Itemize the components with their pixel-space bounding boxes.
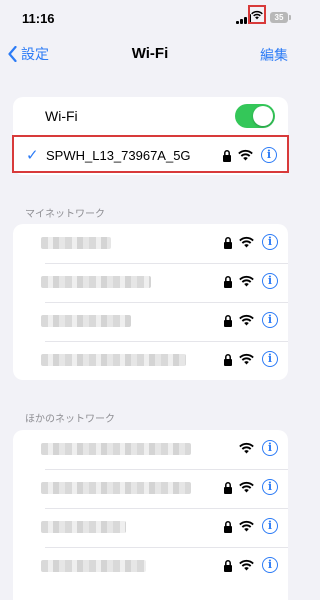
- network-name-redacted: [41, 560, 146, 572]
- wifi-toggle-label: Wi-Fi: [45, 108, 78, 124]
- network-name-redacted: [41, 482, 191, 494]
- connected-ssid: SPWH_L13_73967A_5G: [46, 148, 191, 163]
- info-icon[interactable]: i: [262, 351, 278, 367]
- wifi-icon: [239, 236, 254, 248]
- network-name-redacted: [41, 521, 126, 533]
- lock-icon: [224, 354, 232, 366]
- my-networks-header: マイネットワーク: [25, 209, 105, 220]
- info-icon[interactable]: i: [262, 479, 278, 495]
- status-time: 11:16: [22, 11, 55, 26]
- other-networks-list: i i i i: [13, 430, 288, 600]
- network-row[interactable]: i: [13, 430, 288, 469]
- network-name-redacted: [41, 354, 186, 366]
- other-networks-header: ほかのネットワーク: [25, 414, 115, 425]
- network-row[interactable]: i: [13, 302, 288, 341]
- wifi-toggle-row: Wi-Fi: [13, 97, 288, 136]
- info-icon[interactable]: i: [262, 234, 278, 250]
- navigation-bar: 設定 Wi-Fi 編集: [0, 36, 300, 72]
- wifi-icon: [239, 481, 254, 493]
- page-title: Wi-Fi: [131, 45, 169, 62]
- network-row[interactable]: i: [13, 547, 288, 586]
- connected-network-row[interactable]: ✓ SPWH_L13_73967A_5G i: [12, 135, 289, 173]
- info-icon[interactable]: i: [261, 147, 277, 163]
- status-wifi-icon: [248, 5, 266, 24]
- network-name-redacted: [41, 237, 111, 249]
- wifi-icon: [238, 149, 253, 161]
- info-icon[interactable]: i: [262, 312, 278, 328]
- wifi-icon: [239, 442, 254, 454]
- network-row[interactable]: i: [13, 341, 288, 380]
- lock-icon: [224, 276, 232, 288]
- network-row[interactable]: i: [13, 224, 288, 263]
- lock-icon: [224, 482, 232, 494]
- network-name-redacted: [41, 443, 191, 455]
- network-name-redacted: [41, 315, 131, 327]
- network-row[interactable]: i: [13, 263, 288, 302]
- wifi-icon: [239, 314, 254, 326]
- network-name-redacted: [41, 276, 151, 288]
- lock-icon: [224, 560, 232, 572]
- info-icon[interactable]: i: [262, 557, 278, 573]
- lock-icon: [223, 150, 231, 162]
- info-icon[interactable]: i: [262, 273, 278, 289]
- info-icon[interactable]: i: [262, 518, 278, 534]
- wifi-icon: [239, 275, 254, 287]
- my-networks-list: i i i i: [13, 224, 288, 380]
- lock-icon: [224, 237, 232, 249]
- lock-icon: [224, 521, 232, 533]
- lock-icon: [224, 315, 232, 327]
- wifi-toggle-switch[interactable]: [235, 104, 275, 128]
- checkmark-icon: ✓: [26, 147, 39, 164]
- wifi-icon: [239, 353, 254, 365]
- wifi-icon: [239, 520, 254, 532]
- network-row[interactable]: i: [13, 508, 288, 547]
- network-row[interactable]: i: [13, 469, 288, 508]
- info-icon[interactable]: i: [262, 440, 278, 456]
- battery-icon: 35: [270, 12, 291, 23]
- edit-button[interactable]: 編集: [260, 45, 288, 65]
- status-bar: 11:16 35: [0, 0, 300, 36]
- wifi-icon: [239, 559, 254, 571]
